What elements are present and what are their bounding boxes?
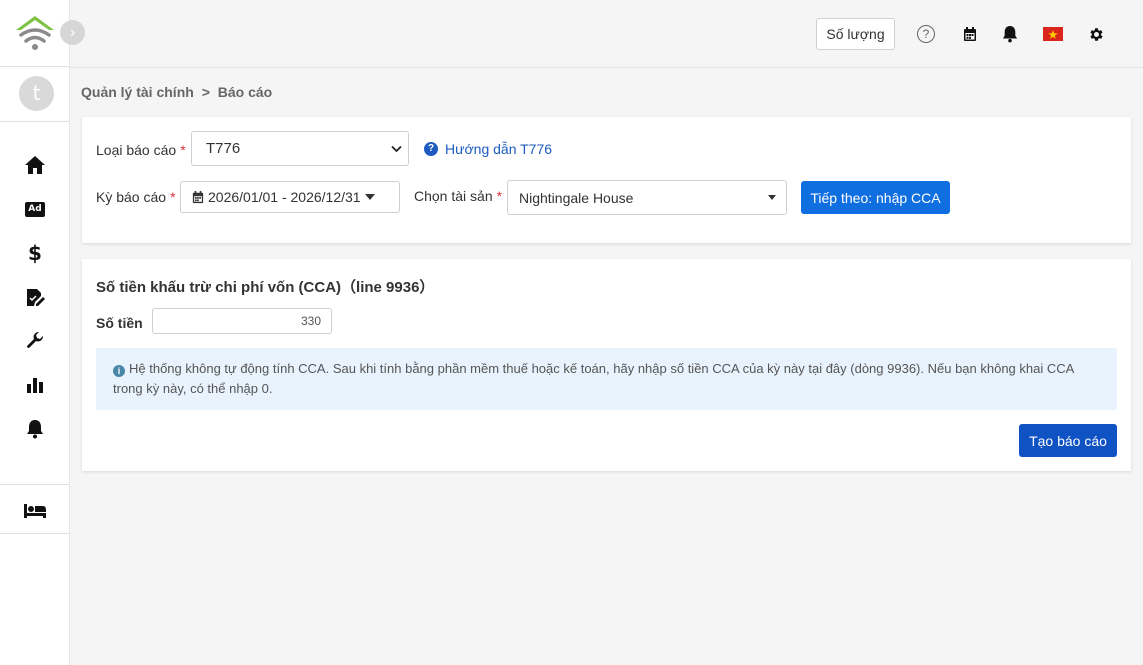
report-filter-card: Loại báo cáo * T776 ? Hướng dẫn T776 Kỳ b… xyxy=(82,117,1131,243)
question-icon: ? xyxy=(424,142,438,156)
breadcrumb-current: Báo cáo xyxy=(217,84,273,100)
cca-section-title: Số tiền khấu trừ chi phí vốn (CCA)（line … xyxy=(96,279,435,296)
bell-icon xyxy=(1002,26,1018,43)
quantity-button[interactable]: Số lượng xyxy=(816,18,895,50)
asset-select[interactable]: Nightingale House xyxy=(507,180,787,215)
amount-label: Số tiền xyxy=(96,315,143,331)
caret-down-icon xyxy=(365,194,375,200)
cca-amount-input[interactable]: 330 xyxy=(152,308,332,334)
breadcrumb-parent[interactable]: Quản lý tài chính xyxy=(81,84,194,100)
help-button[interactable]: ? xyxy=(916,24,936,44)
gear-icon xyxy=(1089,27,1103,41)
report-type-label: Loại báo cáo * xyxy=(96,142,186,158)
vietnam-flag-icon xyxy=(1043,27,1063,41)
period-label: Kỳ báo cáo * xyxy=(96,189,176,205)
sidebar-collapse-button[interactable]: › xyxy=(60,20,85,45)
language-button[interactable] xyxy=(1043,24,1063,44)
avatar[interactable]: t xyxy=(19,76,54,111)
bed-icon xyxy=(24,504,46,518)
topbar: Số lượng ? xyxy=(70,0,1143,68)
settings-button[interactable] xyxy=(1086,24,1106,44)
calendar-icon xyxy=(964,26,976,41)
wrench-icon xyxy=(27,331,44,348)
ad-icon: Ad xyxy=(25,201,45,217)
avatar-row: t xyxy=(0,67,69,122)
dollar-icon: $ xyxy=(28,241,42,265)
calendar-button[interactable] xyxy=(960,24,980,44)
report-type-value: T776 xyxy=(206,140,241,157)
help-icon: ? xyxy=(917,25,935,43)
caret-down-icon xyxy=(768,194,776,200)
create-report-button[interactable]: Tạo báo cáo xyxy=(1019,424,1117,457)
sidebar: › t Ad $ xyxy=(0,0,85,665)
sidebar-item-notifications[interactable] xyxy=(0,414,70,444)
home-icon xyxy=(25,156,45,174)
next-enter-cca-button[interactable]: Tiếp theo: nhập CCA xyxy=(801,181,950,214)
logo-icon[interactable] xyxy=(14,13,56,53)
guide-link[interactable]: ? Hướng dẫn T776 xyxy=(424,141,552,157)
info-icon: i xyxy=(113,365,125,377)
bar-chart-icon xyxy=(27,378,43,393)
sidebar-divider xyxy=(0,484,70,485)
sidebar-item-finance[interactable]: $ xyxy=(0,238,70,268)
sidebar-item-edit[interactable] xyxy=(0,282,70,312)
asset-label: Chọn tài sản * xyxy=(414,188,503,204)
period-picker[interactable]: 2026/01/01 - 2026/12/31 xyxy=(180,181,400,213)
edit-document-icon xyxy=(27,289,45,306)
period-value: 2026/01/01 - 2026/12/31 xyxy=(208,189,361,205)
breadcrumb: Quản lý tài chính > Báo cáo xyxy=(81,84,272,100)
report-type-select[interactable]: T776 xyxy=(191,131,409,166)
bell-icon xyxy=(27,420,43,439)
calendar-icon xyxy=(192,190,204,203)
logo-row: › xyxy=(0,0,85,67)
sidebar-item-tools[interactable] xyxy=(0,326,70,356)
asset-value: Nightingale House xyxy=(519,189,634,206)
cca-card: Số tiền khấu trừ chi phí vốn (CCA)（line … xyxy=(82,259,1131,471)
sidebar-item-home[interactable] xyxy=(0,150,70,180)
notifications-button[interactable] xyxy=(1000,24,1020,44)
chevron-down-icon xyxy=(391,145,402,153)
cca-info-box: i Hệ thống không tự động tính CCA. Sau kh… xyxy=(96,348,1117,410)
sidebar-divider xyxy=(0,533,70,534)
sidebar-item-reports[interactable] xyxy=(0,370,70,400)
cca-info-text: Hệ thống không tự động tính CCA. Sau khi… xyxy=(113,361,1074,396)
sidebar-item-rooms[interactable] xyxy=(0,496,70,526)
breadcrumb-separator: > xyxy=(201,84,210,100)
sidebar-item-ads[interactable]: Ad xyxy=(0,194,70,224)
